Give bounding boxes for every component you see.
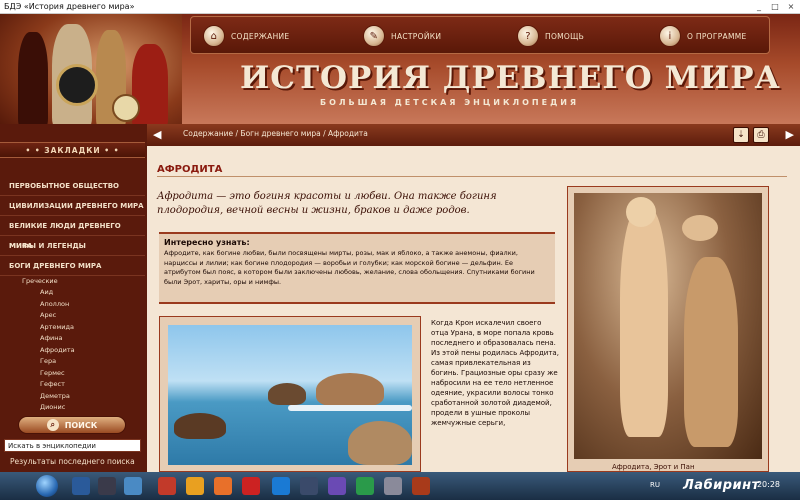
content-panel: ◀ Содержание / Богн древнего мира / Афро…: [147, 124, 800, 472]
sidebar-subitem[interactable]: Гефест: [40, 379, 140, 391]
nav-label: НАСТРОЙКИ: [391, 31, 442, 41]
taskbar-app-icon[interactable]: [412, 477, 430, 495]
taskbar-app-icon[interactable]: [384, 477, 402, 495]
bookmark-icon[interactable]: ⇣: [733, 127, 749, 143]
search-button[interactable]: ⌕ ПОИСК: [18, 416, 126, 434]
sidebar-subitem[interactable]: Деметра: [40, 391, 140, 403]
nav-about[interactable]: i О ПРОГРАММЕ: [659, 23, 747, 49]
interesting-text: Афродите, как богине любви, были посвяще…: [164, 249, 535, 286]
taskbar-app-icon[interactable]: [300, 477, 318, 495]
nav-label: ПОМОЩЬ: [545, 31, 585, 41]
bookmarks-tab[interactable]: • • ЗАКЛАДКИ • •: [0, 142, 145, 158]
taskbar-app-icon[interactable]: [242, 477, 260, 495]
sidebar-subitem[interactable]: Дионис: [40, 402, 140, 411]
watermark-logo: Лабиринт: [683, 478, 760, 493]
minimize-button[interactable]: _: [752, 1, 766, 12]
language-indicator[interactable]: RU: [650, 481, 660, 489]
body-text: Когда Крон искалечил своего отца Урана, …: [431, 319, 559, 427]
taskbar-app-icon[interactable]: [72, 477, 90, 495]
sidebar-item-civilizations[interactable]: ЦИВИЛИЗАЦИИ ДРЕВНЕГО МИРА: [0, 196, 145, 216]
breadcrumb[interactable]: Содержание / Богн древнего мира / Афроди…: [183, 129, 368, 138]
taskbar-app-icon[interactable]: [158, 477, 176, 495]
app-header: ⌂ СОДЕРЖАНИЕ ✎ НАСТРОЙКИ ? ПОМОЩЬ i О ПР…: [0, 14, 800, 124]
taskbar-app-icon[interactable]: [356, 477, 374, 495]
taskbar-app-icon[interactable]: [214, 477, 232, 495]
house-icon: ⌂: [203, 25, 225, 47]
sidebar-subitem[interactable]: Аполлон: [40, 299, 140, 311]
forward-arrow-icon[interactable]: ▶: [786, 129, 794, 141]
taskbar-app-icon[interactable]: [98, 477, 116, 495]
print-icon[interactable]: ⎙: [753, 127, 769, 143]
coast-photo: [159, 316, 421, 472]
search-button-label: ПОИСК: [64, 420, 98, 430]
last-search-results-link[interactable]: Результаты последнего поиска: [10, 457, 135, 466]
sidebar-subitem[interactable]: Арес: [40, 310, 140, 322]
interesting-box: Интересно узнать: Афродите, как богине л…: [159, 232, 555, 304]
nav-help[interactable]: ? ПОМОЩЬ: [517, 23, 584, 49]
search-icon: ⌕: [46, 419, 59, 431]
sidebar-item-primitive-society[interactable]: ПЕРВОБЫТНОЕ ОБЩЕСТВО: [0, 176, 145, 196]
interesting-heading: Интересно узнать:: [164, 238, 250, 247]
divider: [157, 176, 787, 177]
intro-text: Афродита — это богиня красоты и любви. О…: [157, 191, 497, 216]
start-button[interactable]: [36, 475, 58, 497]
nav-contents[interactable]: ⌂ СОДЕРЖАНИЕ: [203, 23, 289, 49]
window-titlebar: БДЭ «История древнего мира» _ □ ×: [0, 0, 800, 14]
search-input[interactable]: Искать в энциклопедии: [4, 439, 141, 452]
app-tagline: БОЛЬШАЯ ДЕТСКАЯ ЭНЦИКЛОПЕДИЯ: [320, 98, 580, 107]
sidebar-subitem[interactable]: Гера: [40, 356, 140, 368]
back-arrow-icon[interactable]: ◀: [153, 129, 167, 141]
nav-label: О ПРОГРАММЕ: [687, 31, 747, 41]
taskbar-app-icon[interactable]: [124, 477, 142, 495]
maximize-button[interactable]: □: [768, 1, 782, 12]
sidebar-subitem[interactable]: Аид: [40, 287, 140, 299]
close-button[interactable]: ×: [784, 1, 798, 12]
window-title: БДЭ «История древнего мира»: [4, 2, 135, 11]
nav-settings[interactable]: ✎ НАСТРОЙКИ: [363, 23, 441, 49]
sidebar-subitem[interactable]: Афина: [40, 333, 140, 345]
sidebar-item-great-people[interactable]: ВЕЛИКИЕ ЛЮДИ ДРЕВНЕГО МИРА: [0, 216, 145, 250]
app-logo: ИСТОРИЯ ДРЕВНЕГО МИРА: [240, 60, 781, 96]
sidebar-item-gods[interactable]: БОГИ ДРЕВНЕГО МИРА: [0, 256, 145, 276]
sidebar-subheading-greek[interactable]: Греческие: [22, 277, 58, 285]
sidebar-item-myths[interactable]: МИФЫ И ЛЕГЕНДЫ: [0, 236, 145, 256]
main-nav: ⌂ СОДЕРЖАНИЕ ✎ НАСТРОЙКИ ? ПОМОЩЬ i О ПР…: [190, 16, 770, 54]
statue-photo: Афродита, Эрот и Пан: [567, 186, 769, 472]
nav-label: СОДЕРЖАНИЕ: [231, 31, 290, 41]
clock: 20:28: [756, 480, 780, 489]
taskbar-app-icon[interactable]: [186, 477, 204, 495]
sidebar-sublist: Аид Аполлон Арес Артемида Афина Афродита…: [40, 287, 140, 411]
info-icon: i: [659, 25, 681, 47]
warriors-illustration: [0, 14, 182, 124]
wrench-icon: ✎: [363, 25, 385, 47]
breadcrumb-bar: ◀ Содержание / Богн древнего мира / Афро…: [147, 124, 800, 146]
photo-caption: Афродита, Эрот и Пан: [612, 463, 695, 471]
sidebar-subitem[interactable]: Артемида: [40, 322, 140, 334]
taskbar: RU Лабиринт 20:28: [0, 472, 800, 500]
sidebar-subitem[interactable]: Гермес: [40, 368, 140, 380]
page-title: АФРОДИТА: [157, 164, 223, 175]
taskbar-app-icon[interactable]: [272, 477, 290, 495]
taskbar-app-icon[interactable]: [328, 477, 346, 495]
sidebar-subitem[interactable]: Афродита: [40, 345, 140, 357]
help-icon: ?: [517, 25, 539, 47]
